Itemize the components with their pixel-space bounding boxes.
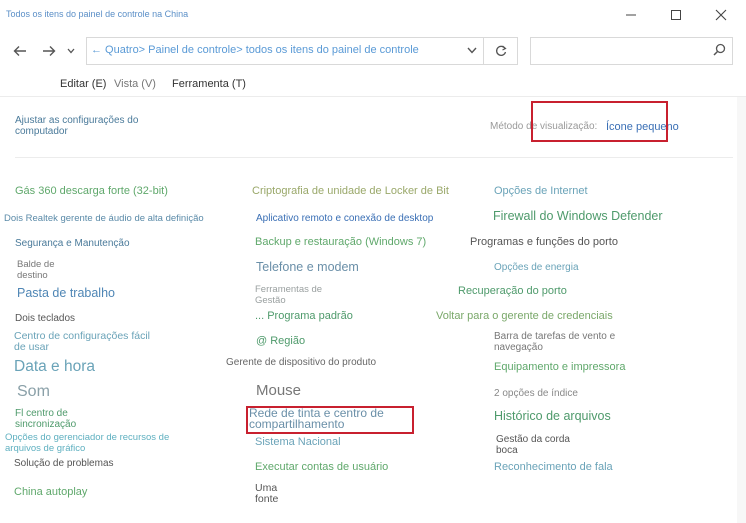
- maximize-button[interactable]: [662, 4, 690, 26]
- highlight-network-center: [246, 406, 414, 434]
- menu-edit[interactable]: Editar (E): [60, 78, 106, 90]
- arrow-left-icon: [13, 46, 26, 56]
- control-panel-item[interactable]: Data e hora: [14, 359, 95, 375]
- refresh-button[interactable]: [484, 37, 518, 65]
- recent-locations-button[interactable]: [63, 39, 79, 63]
- control-panel-item[interactable]: Voltar para o gerente de credenciais: [436, 311, 613, 322]
- forward-button[interactable]: [38, 39, 60, 63]
- minimize-icon: [626, 14, 636, 16]
- control-panel-item[interactable]: Sistema Nacional: [255, 437, 341, 448]
- chevron-down-icon: [467, 47, 477, 54]
- control-panel-item[interactable]: Barra de tarefas de vento e navegação: [494, 331, 624, 353]
- refresh-icon: [495, 45, 507, 56]
- window-title: Todos os itens do painel de controle na …: [6, 9, 189, 19]
- search-box[interactable]: [530, 37, 733, 65]
- page-heading: Ajustar as configurações do computador: [15, 115, 139, 137]
- control-panel-item[interactable]: Telefone e modem: [256, 261, 359, 274]
- control-panel-item[interactable]: Dois Realtek gerente de áudio de alta de…: [4, 213, 204, 224]
- control-panel-item[interactable]: Opções de energia: [494, 262, 579, 273]
- control-panel-item[interactable]: Solução de problemas: [14, 458, 114, 469]
- header-divider: [15, 157, 733, 158]
- address-bar[interactable]: ← Quatro> Painel de controle> todos os i…: [86, 37, 484, 65]
- control-panel-item[interactable]: Segurança e Manutenção: [15, 238, 130, 249]
- address-dropdown-button[interactable]: [467, 43, 477, 57]
- arrow-right-icon: [43, 46, 56, 56]
- menu-separator: [0, 96, 746, 97]
- control-panel-item[interactable]: China autoplay: [14, 487, 87, 498]
- control-panel-item[interactable]: Equipamento e impressora: [494, 362, 625, 373]
- control-panel-item[interactable]: Centro de configurações fácil de usar: [14, 331, 164, 353]
- menu-view[interactable]: Vista (V): [114, 78, 156, 90]
- control-panel-item[interactable]: Backup e restauração (Windows 7): [255, 237, 426, 248]
- control-panel-item[interactable]: Som: [17, 384, 50, 400]
- control-panel-item[interactable]: Dois teclados: [15, 313, 75, 324]
- control-panel-item[interactable]: Pasta de trabalho: [17, 287, 115, 300]
- control-panel-item[interactable]: @ Região: [256, 336, 305, 347]
- control-panel-item[interactable]: Reconhecimento de fala: [494, 462, 613, 473]
- vertical-scrollbar[interactable]: [737, 97, 746, 523]
- chevron-down-icon: [67, 48, 75, 54]
- control-panel-item[interactable]: Aplicativo remoto e conexão de desktop: [256, 213, 433, 224]
- control-panel-item[interactable]: Mouse: [256, 383, 301, 398]
- menu-tools[interactable]: Ferramenta (T): [172, 78, 246, 90]
- control-panel-item[interactable]: Gás 360 descarga forte (32-bit): [15, 186, 168, 197]
- control-panel-item[interactable]: Opções de Internet: [494, 186, 588, 197]
- control-panel-item[interactable]: Gerente de dispositivo do produto: [226, 357, 386, 368]
- maximize-icon: [671, 10, 681, 20]
- address-path[interactable]: ← Quatro> Painel de controle> todos os i…: [91, 44, 419, 56]
- control-panel-item[interactable]: Executar contas de usuário: [255, 462, 388, 473]
- control-panel-item[interactable]: Criptografia de unidade de Locker de Bit: [252, 186, 449, 197]
- search-icon[interactable]: [713, 43, 726, 61]
- control-panel-item[interactable]: Opções do gerenciador de recursos de arq…: [5, 432, 200, 454]
- highlight-view-mode: [531, 101, 668, 142]
- control-panel-item[interactable]: Ferramentas de Gestão: [255, 284, 335, 306]
- control-panel-item[interactable]: Programas e funções do porto: [470, 237, 618, 248]
- control-panel-item[interactable]: Balde de destino: [17, 259, 77, 281]
- control-panel-item[interactable]: Gestão da corda boca: [496, 434, 581, 456]
- control-panel-item[interactable]: Uma fonte: [255, 483, 300, 505]
- minimize-button[interactable]: [617, 4, 645, 26]
- control-panel-item[interactable]: Fl centro de sincronização: [15, 408, 115, 430]
- close-icon: [715, 9, 727, 21]
- control-panel-item[interactable]: ... Programa padrão: [255, 311, 353, 322]
- back-button[interactable]: [9, 39, 31, 63]
- control-panel-item[interactable]: Firewall do Windows Defender: [493, 210, 663, 223]
- close-button[interactable]: [707, 4, 735, 26]
- control-panel-item[interactable]: Recuperação do porto: [458, 286, 567, 297]
- control-panel-item[interactable]: 2 opções de índice: [494, 388, 578, 399]
- control-panel-item[interactable]: Histórico de arquivos: [494, 410, 611, 423]
